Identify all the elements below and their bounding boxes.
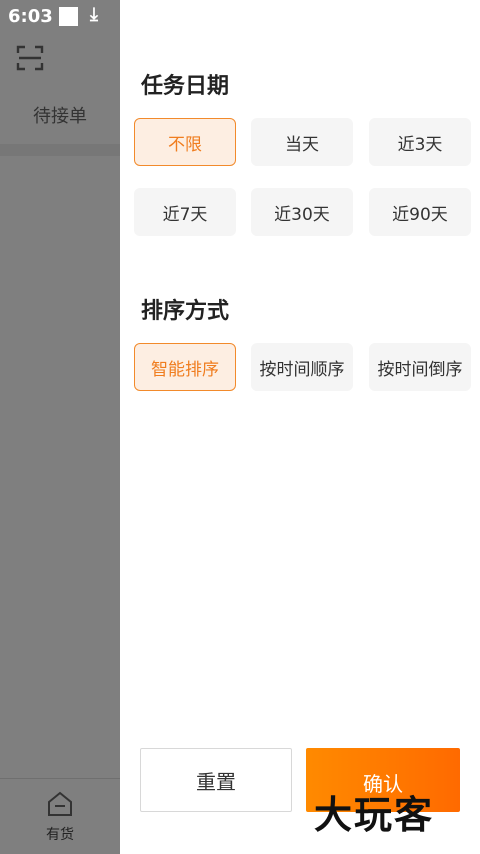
scan-icon[interactable] bbox=[16, 44, 44, 72]
bottom-nav-label[interactable]: 有货 bbox=[0, 824, 120, 844]
status-time: 6:03 bbox=[8, 6, 53, 27]
filter-drawer: 任务日期 不限 当天 近3天 近7天 近30天 近90天 排序方式 智能排序 按… bbox=[120, 0, 480, 854]
page-title: 待接单 bbox=[33, 106, 87, 127]
background-page: 6:03 ⤓ 待接单 有货 bbox=[0, 0, 120, 854]
sort-method-title: 排序方式 bbox=[141, 299, 230, 324]
download-icon: ⤓ bbox=[90, 4, 98, 25]
date-option-90days[interactable]: 近90天 bbox=[369, 188, 471, 236]
task-date-title: 任务日期 bbox=[141, 74, 230, 99]
date-option-30days[interactable]: 近30天 bbox=[251, 188, 353, 236]
status-bar: 6:03 ⤓ bbox=[0, 0, 120, 32]
date-option-7days[interactable]: 近7天 bbox=[134, 188, 236, 236]
bottom-nav-divider bbox=[0, 778, 120, 779]
watermark-text: 大玩客 bbox=[314, 793, 435, 837]
sort-option-time-asc[interactable]: 按时间顺序 bbox=[251, 343, 353, 391]
home-stock-icon[interactable] bbox=[46, 790, 74, 818]
sort-option-smart[interactable]: 智能排序 bbox=[134, 343, 236, 391]
date-option-today[interactable]: 当天 bbox=[251, 118, 353, 166]
divider bbox=[0, 144, 120, 156]
date-option-3days[interactable]: 近3天 bbox=[369, 118, 471, 166]
notification-square-icon bbox=[59, 7, 78, 26]
date-option-unlimited[interactable]: 不限 bbox=[134, 118, 236, 166]
sort-option-time-desc[interactable]: 按时间倒序 bbox=[369, 343, 471, 391]
reset-button[interactable]: 重置 bbox=[140, 748, 292, 812]
